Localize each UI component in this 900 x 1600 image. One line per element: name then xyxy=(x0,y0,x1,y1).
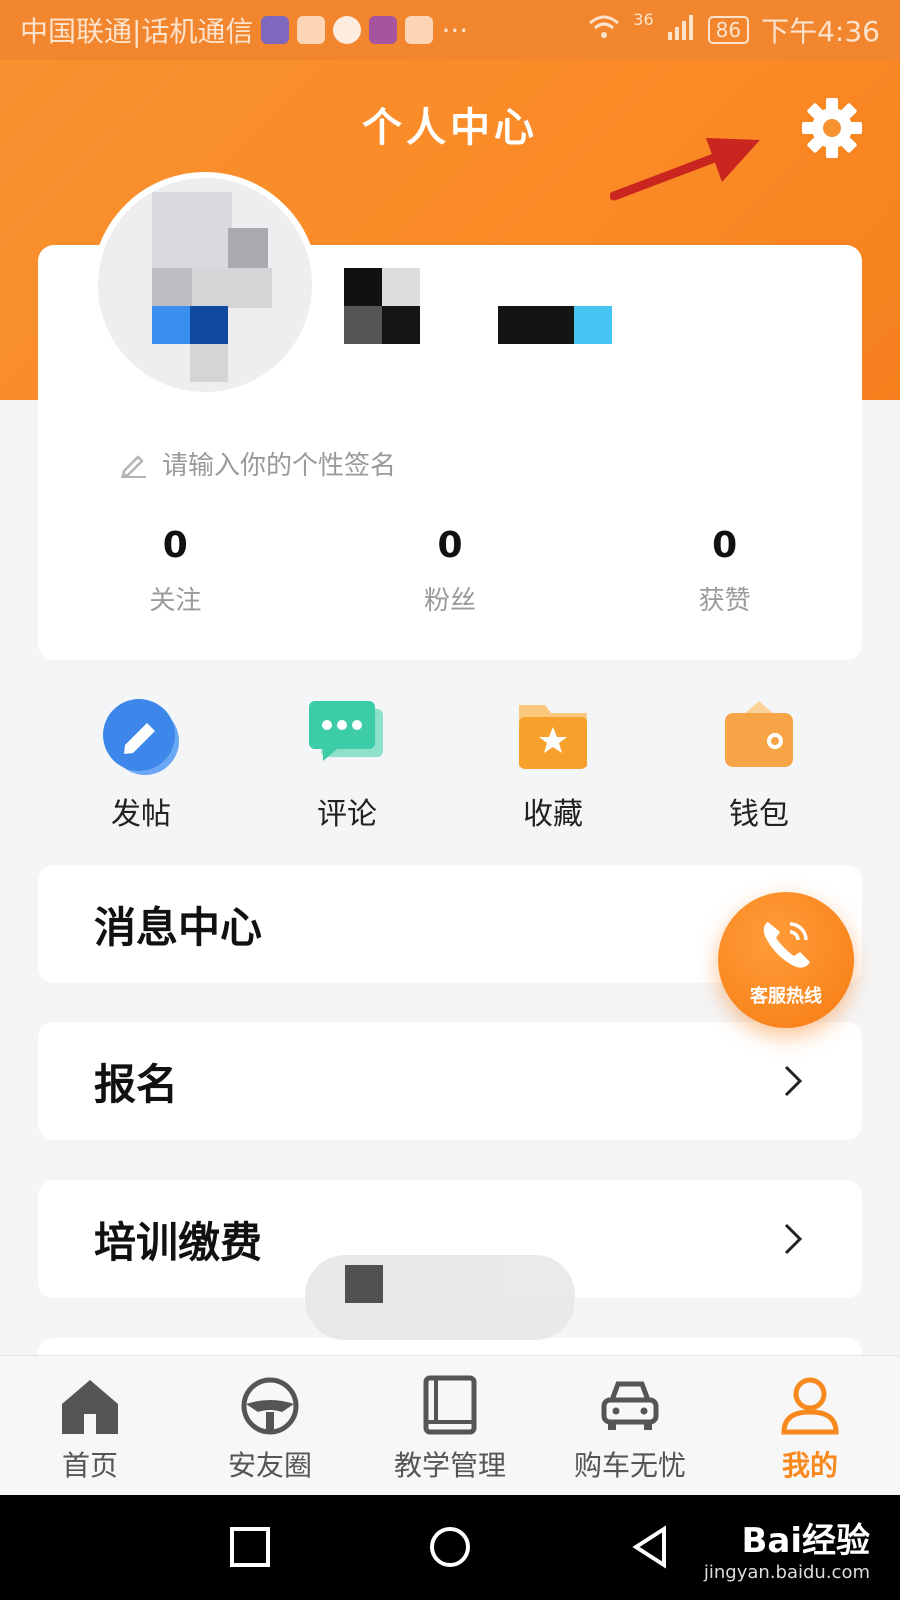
tab-label: 教学管理 xyxy=(393,1449,506,1482)
comment-icon xyxy=(309,701,383,761)
quick-action-label: 钱包 xyxy=(729,797,789,832)
quick-action-favorites[interactable]: 收藏 xyxy=(450,695,656,833)
quick-action-post[interactable]: 发帖 xyxy=(38,695,244,833)
notification-icons xyxy=(261,16,434,44)
tab-community[interactable]: 安友圈 xyxy=(180,1356,360,1495)
baidu-watermark: Bai经验 jingyan.baidu.com xyxy=(704,1513,870,1583)
toast-redacted xyxy=(305,1255,575,1340)
tab-car-purchase[interactable]: 购车无忧 xyxy=(540,1356,720,1495)
quick-action-label: 发帖 xyxy=(111,797,171,832)
home-icon xyxy=(62,1380,118,1434)
quick-action-label: 收藏 xyxy=(523,797,583,832)
chevron-right-icon xyxy=(784,1065,803,1097)
battery-icon: 86 xyxy=(707,16,750,44)
stat-value: 0 xyxy=(437,525,463,566)
book-icon xyxy=(423,1375,477,1435)
tab-label: 购车无忧 xyxy=(573,1449,686,1482)
tab-teaching[interactable]: 教学管理 xyxy=(360,1356,540,1495)
avatar[interactable] xyxy=(92,172,318,398)
tab-label: 我的 xyxy=(781,1449,838,1482)
stat-value: 0 xyxy=(712,525,738,566)
quick-actions: 发帖 评论 收藏 钱包 xyxy=(38,695,862,833)
phone-icon xyxy=(763,922,810,968)
gear-icon xyxy=(802,98,862,158)
tab-label: 首页 xyxy=(61,1449,118,1482)
network-type: 36 xyxy=(633,10,654,29)
clock: 下午4:36 xyxy=(761,15,880,48)
tab-mine[interactable]: 我的 xyxy=(720,1356,900,1495)
car-icon xyxy=(601,1381,659,1430)
stat-label: 获赞 xyxy=(698,586,751,616)
pencil-icon xyxy=(103,699,179,775)
stat-value: 0 xyxy=(162,525,188,566)
signal-icon xyxy=(666,14,696,47)
tab-home[interactable]: 首页 xyxy=(0,1356,180,1495)
hotline-label: 客服热线 xyxy=(750,986,822,1007)
stat-label: 粉丝 xyxy=(424,586,477,616)
watermark-url: jingyan.baidu.com xyxy=(703,1562,870,1583)
stat-likes[interactable]: 0 获赞 xyxy=(587,525,862,617)
stat-following[interactable]: 0 关注 xyxy=(38,525,313,617)
customer-hotline-button[interactable]: 客服热线 xyxy=(718,892,854,1028)
chart-notification-icon xyxy=(369,16,398,44)
stat-followers[interactable]: 0 粉丝 xyxy=(313,525,588,617)
recent-apps-button[interactable] xyxy=(228,1525,272,1569)
stat-label: 关注 xyxy=(149,586,202,616)
quick-action-label: 评论 xyxy=(317,797,377,832)
chevron-right-icon xyxy=(784,1223,803,1255)
pencil-edit-icon xyxy=(121,454,146,478)
app-notification-icon xyxy=(333,16,362,44)
bottom-tab-bar: 首页 安友圈 教学管理 购车无忧 我的 xyxy=(0,1355,900,1495)
wifi-icon xyxy=(587,14,621,47)
stats-row: 0 关注 0 粉丝 0 获赞 xyxy=(38,525,862,617)
tab-label: 安友圈 xyxy=(227,1449,312,1482)
carrier-label: 中国联通|话机通信 xyxy=(20,15,254,48)
quick-action-wallet[interactable]: 钱包 xyxy=(656,695,862,833)
bulb-notification-icon xyxy=(261,16,290,44)
wallet-icon xyxy=(725,701,793,767)
quick-action-comment[interactable]: 评论 xyxy=(244,695,450,833)
system-nav-bar: Bai经验 jingyan.baidu.com xyxy=(0,1495,900,1600)
back-button[interactable] xyxy=(628,1525,672,1569)
menu-label: 消息中心 xyxy=(94,902,263,952)
chat-notification-icon xyxy=(297,16,326,44)
annotation-arrow xyxy=(610,138,760,201)
missed-call-icon xyxy=(405,16,434,44)
star-folder-icon xyxy=(519,705,587,769)
more-notifications-icon: ··· xyxy=(441,13,469,47)
status-bar: 中国联通|话机通信 ··· 36 86 下午4:36 xyxy=(0,0,900,60)
signature-placeholder: 请输入你的个性签名 xyxy=(162,451,397,481)
menu-label: 培训缴费 xyxy=(94,1217,263,1267)
menu-label: 报名 xyxy=(94,1059,179,1109)
settings-button[interactable] xyxy=(800,96,864,160)
menu-registration[interactable]: 报名 xyxy=(38,1022,862,1140)
user-icon xyxy=(781,1377,839,1435)
steering-wheel-icon xyxy=(241,1377,299,1435)
watermark-brand: Bai经验 xyxy=(741,1521,870,1561)
username-redacted xyxy=(344,268,614,344)
signature-field[interactable]: 请输入你的个性签名 xyxy=(118,445,396,482)
home-button[interactable] xyxy=(428,1525,472,1569)
